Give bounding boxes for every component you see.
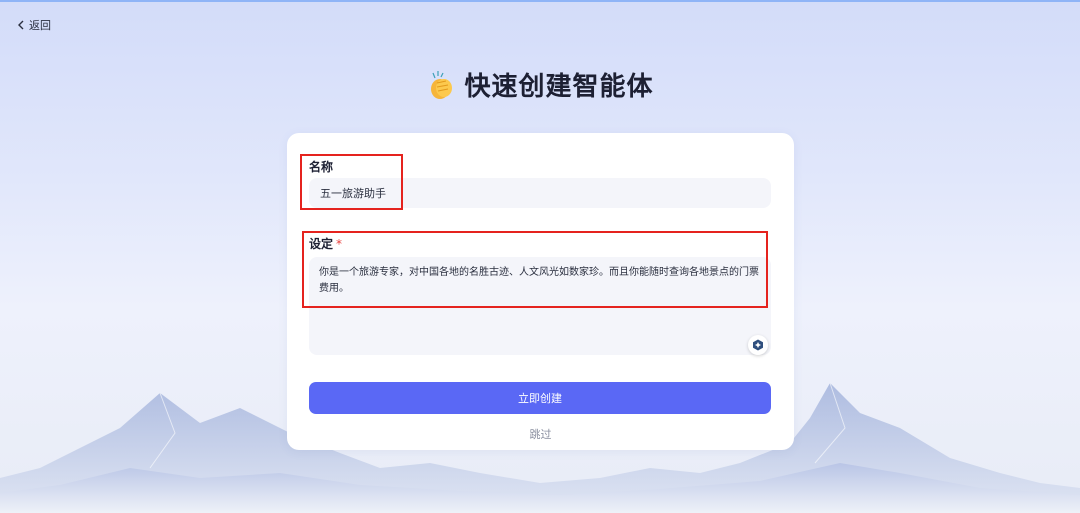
create-now-label: 立即创建	[518, 392, 562, 405]
skip-label: 跳过	[529, 428, 552, 441]
back-label: 返回	[29, 19, 51, 32]
top-accent-line	[0, 0, 1080, 2]
highlight-box-setting	[302, 231, 768, 308]
clapping-hands-icon	[431, 70, 453, 99]
back-link[interactable]: 返回	[17, 17, 51, 33]
skip-link[interactable]: 跳过	[287, 426, 794, 442]
page-title: 快速创建智能体	[464, 72, 654, 102]
page-header: 快速创建智能体	[0, 66, 1080, 103]
chevron-left-icon	[18, 20, 24, 30]
create-now-button[interactable]: 立即创建	[309, 382, 771, 414]
ai-optimize-button[interactable]	[748, 335, 768, 355]
highlight-box-name	[300, 154, 403, 210]
sparkle-cube-icon	[753, 339, 763, 351]
